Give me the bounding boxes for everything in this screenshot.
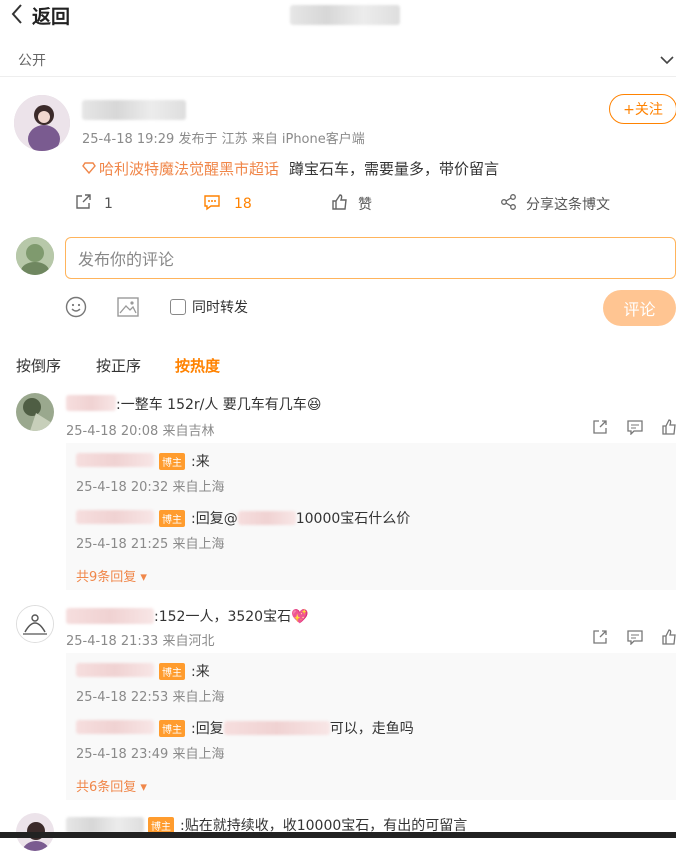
reply-text: :来 [191, 664, 210, 680]
sort-tab-asc[interactable]: 按正序 [96, 355, 141, 376]
repost-icon[interactable] [592, 419, 608, 439]
reply-author-redacted [76, 510, 154, 524]
mention-redacted [223, 721, 330, 735]
reply-meta: 25-4-18 23:49 来自上海 [76, 747, 225, 762]
more-replies-link[interactable]: 共9条回复 ▾ [76, 566, 147, 585]
chevron-down-icon[interactable] [660, 50, 674, 69]
share-weibo-label: 分享这条博文 [526, 197, 610, 213]
reply-meta: 25-4-18 22:53 来自上海 [76, 690, 225, 705]
laughing-emoji-icon: 😆 [306, 397, 322, 413]
reply-author-redacted [76, 453, 154, 467]
post-text: 蹲宝石车，需要量多，带价留言 [289, 160, 500, 178]
author-badge: 博主 [159, 662, 185, 680]
page-title-redacted [290, 5, 400, 25]
reply-text-prefix: :回复@ [191, 511, 238, 527]
commenter-avatar[interactable] [16, 605, 54, 643]
thumbs-up-icon[interactable] [662, 419, 676, 439]
comment-text-content: :一整车 152r/人 要几车有几车 [116, 397, 307, 413]
share-action[interactable]: 1 [74, 193, 113, 215]
comment-action[interactable]: 18 [203, 193, 252, 215]
like-action[interactable]: 赞 [331, 193, 372, 215]
post-meta: 25-4-18 19:29 发布于 江苏 来自 iPhone客户端 [82, 132, 365, 147]
comment-icon[interactable] [627, 629, 643, 649]
reply-author-redacted [76, 720, 154, 734]
sort-tab-desc[interactable]: 按倒序 [16, 355, 61, 376]
comment-text: :一整车 152r/人 要几车有几车😆 [116, 394, 321, 414]
repost-checkbox[interactable]: 同时转发 [170, 297, 248, 317]
comment-icon [203, 193, 221, 215]
image-icon[interactable] [117, 297, 139, 321]
reply-text-prefix: :回复 [191, 721, 224, 737]
repost-icon [74, 193, 92, 215]
repost-label: 同时转发 [192, 300, 248, 316]
comment-meta: 25-4-18 20:08 来自吉林 [66, 424, 215, 439]
comment-icon[interactable] [627, 419, 643, 439]
reply-meta: 25-4-18 21:25 来自上海 [76, 537, 225, 552]
caret-down-icon: ▾ [136, 570, 147, 585]
thumbs-up-icon [331, 193, 349, 215]
emoji-icon[interactable] [65, 296, 87, 322]
commenter-name-redacted [66, 608, 154, 624]
caret-down-icon: ▾ [136, 780, 147, 795]
sparkling-heart-icon: 💖 [291, 609, 309, 625]
share-count: 1 [104, 196, 113, 212]
bottom-edge [0, 832, 676, 838]
diamond-icon [82, 160, 96, 178]
submit-comment-button[interactable]: 评论 [603, 290, 676, 326]
back-label: 返回 [32, 5, 71, 28]
share-weibo-action[interactable]: 分享这条博文 [500, 193, 610, 215]
comment-actions [592, 629, 676, 649]
reply-row: 博主 :回复 可以，走鱼吗 [159, 718, 414, 738]
comment-input[interactable]: 发布你的评论 [65, 237, 676, 279]
follow-button[interactable]: +关注 [609, 94, 676, 124]
reply-row: 博主 :来 [159, 661, 210, 681]
reply-text-suffix: 可以，走鱼吗 [329, 721, 414, 737]
post-body: 哈利波特魔法觉醒黑市超话 蹲宝石车，需要量多，带价留言 [82, 158, 499, 179]
thumbs-up-icon[interactable] [662, 629, 676, 649]
topic-link[interactable]: 哈利波特魔法觉醒黑市超话 [99, 158, 279, 179]
author-badge: 博主 [159, 452, 185, 470]
back-button[interactable]: 返回 [10, 2, 70, 28]
reply-text-suffix: 10000宝石什么价 [295, 511, 411, 527]
like-label: 赞 [358, 197, 372, 213]
reply-text: :来 [191, 454, 210, 470]
visibility-label: 公开 [18, 53, 46, 69]
commenter-name-redacted [66, 395, 116, 411]
author-badge: 博主 [159, 719, 185, 737]
more-replies-link[interactable]: 共6条回复 ▾ [76, 776, 147, 795]
commenter-avatar[interactable] [16, 393, 54, 431]
reply-author-redacted [76, 663, 154, 677]
reply-row: 博主 :来 [159, 451, 210, 471]
comment-input-placeholder: 发布你的评论 [78, 250, 175, 269]
commenter-name-redacted [66, 817, 144, 833]
comment-count: 18 [234, 196, 252, 212]
mention-redacted [237, 511, 296, 525]
sort-tab-hot[interactable]: 按热度 [175, 355, 220, 376]
author-name-redacted [82, 100, 186, 120]
divider [0, 76, 676, 77]
repost-icon[interactable] [592, 629, 608, 649]
more-replies-label: 共9条回复 [76, 570, 137, 585]
comment-actions [592, 419, 676, 439]
comment-text-content: :152一人，3520宝石 [154, 609, 292, 625]
more-replies-label: 共6条回复 [76, 780, 137, 795]
checkbox-icon [170, 299, 186, 315]
share-icon [500, 193, 518, 215]
author-badge: 博主 [159, 509, 185, 527]
reply-row: 博主 :回复@ 10000宝石什么价 [159, 508, 410, 528]
author-avatar[interactable] [14, 95, 70, 151]
reply-meta: 25-4-18 20:32 来自上海 [76, 480, 225, 495]
author-badge: 博主 [148, 816, 174, 834]
my-avatar [16, 237, 54, 275]
chevron-left-icon [10, 3, 30, 27]
comment-text: :152一人，3520宝石💖 [154, 606, 309, 626]
comment-meta: 25-4-18 21:33 来自河北 [66, 634, 215, 649]
